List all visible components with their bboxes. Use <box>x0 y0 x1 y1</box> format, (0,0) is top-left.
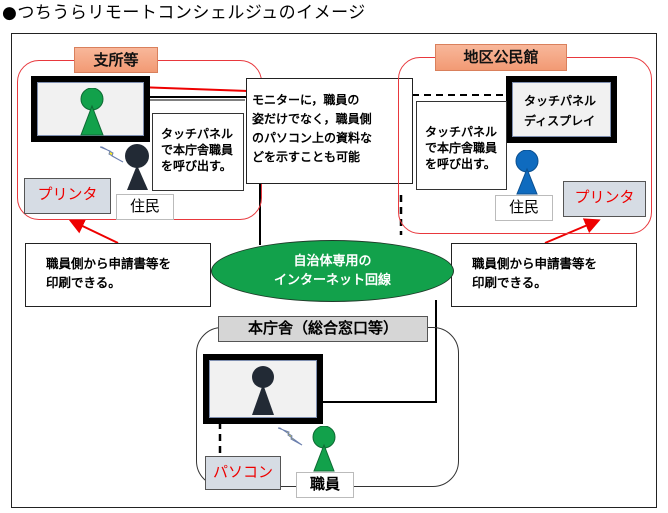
community-resident-figure <box>513 150 543 195</box>
branch-printer: プリンタ <box>24 178 111 214</box>
headquarters-pc: パソコン <box>205 456 281 490</box>
community-resident-label: 住民 <box>495 195 553 221</box>
staff-figure-on-screen <box>77 88 107 136</box>
touch-panel-display: タッチパネル ディスプレイ <box>506 76 617 143</box>
community-site-tag: 地区公民館 <box>435 44 567 71</box>
resident-on-screen-icon <box>252 366 274 415</box>
staff-label: 職員 <box>296 472 354 498</box>
staff-icon <box>312 426 336 472</box>
staff-figure-icon <box>80 88 104 136</box>
community-printer: プリンタ <box>563 181 646 217</box>
headquarters-tag: 本庁舎（総合窓口等） <box>218 316 428 342</box>
branch-resident-label: 住民 <box>116 194 174 220</box>
lightning-bolt-icon <box>99 145 124 169</box>
resident-figure-on-screen <box>249 366 279 416</box>
branch-resident-figure <box>123 143 153 191</box>
community-touch-note: タッチパネル で本庁舎職員 を呼び出す。 <box>416 101 507 190</box>
lightning-bolt-icon <box>277 427 304 451</box>
resident-icon <box>125 144 149 190</box>
headquarters-monitor <box>203 354 323 424</box>
resident-blue-icon <box>515 150 539 195</box>
print-note-left: 職員側から申請書等を 印刷できる。 <box>25 243 211 307</box>
staff-figure <box>310 426 340 472</box>
branch-monitor <box>31 76 150 142</box>
print-note-right: 職員側から申請書等を 印刷できる。 <box>451 243 637 307</box>
municipal-network: 自治体専用の インターネット回線 <box>211 240 454 302</box>
monitor-capability-note: モニターに，職員の 姿だけでなく，職員側 のパソコン上の資料な どを示すことも可… <box>246 78 413 184</box>
branch-site-tag: 支所等 <box>74 47 158 73</box>
printer-arrow-left <box>68 218 119 244</box>
branch-touch-note: タッチパネル で本庁舎職員 を呼び出す。 <box>152 113 244 191</box>
